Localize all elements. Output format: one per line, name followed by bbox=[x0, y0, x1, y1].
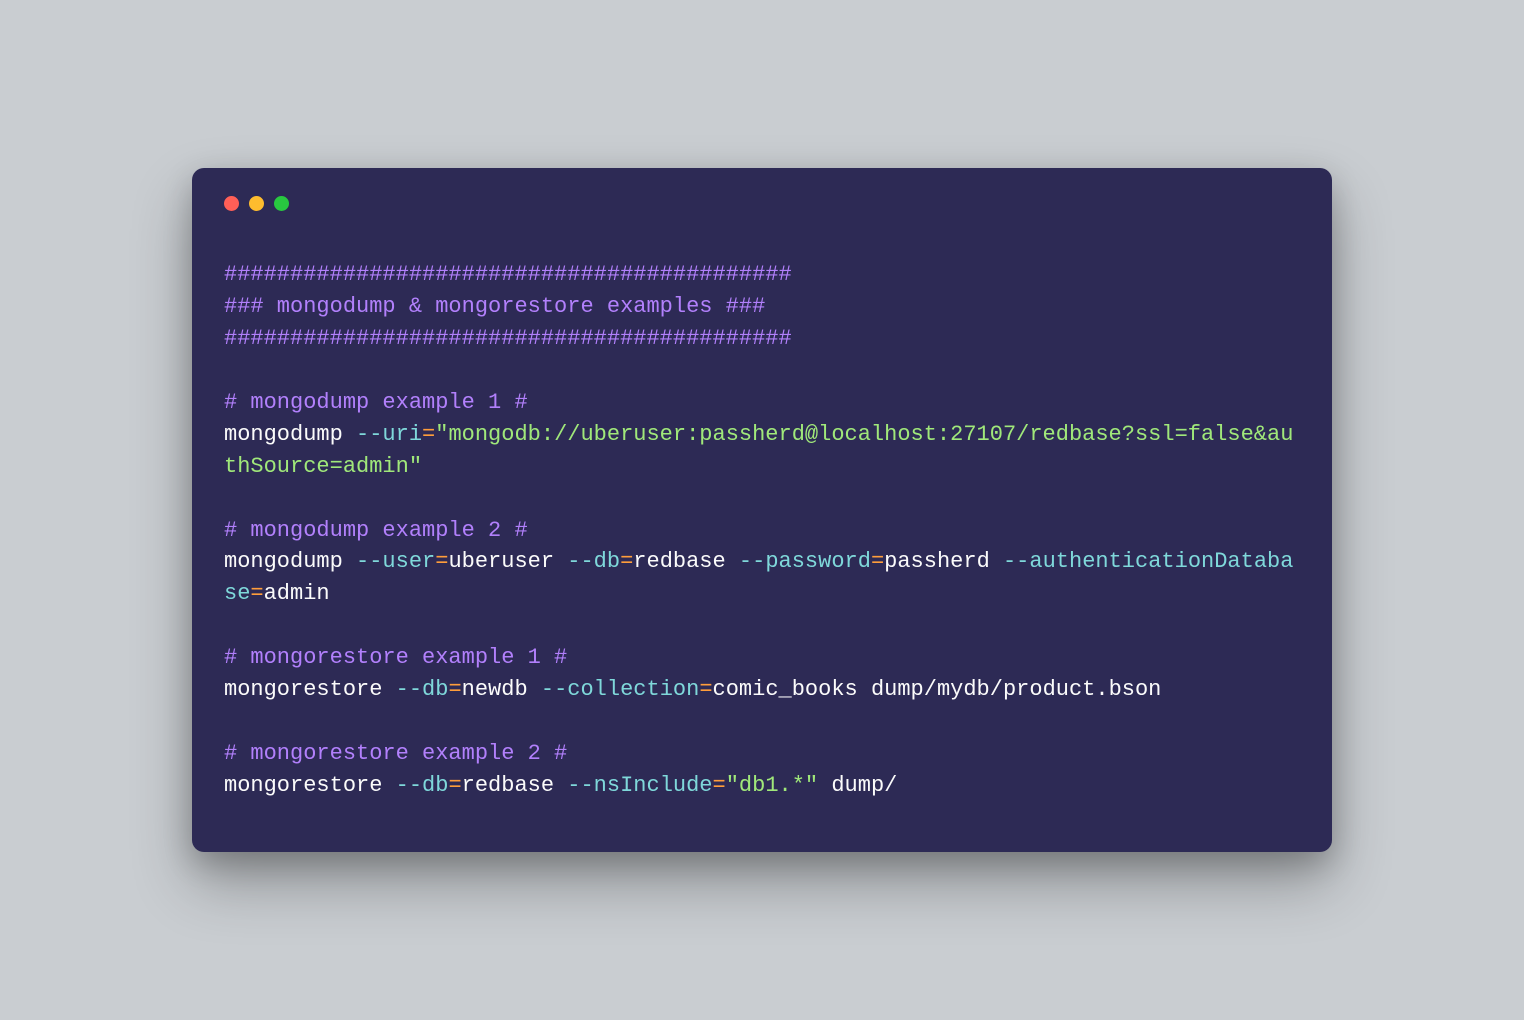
example3-cmd: mongorestore bbox=[224, 677, 396, 702]
example2-db-value: redbase bbox=[633, 549, 739, 574]
example4-comment: # mongorestore example 2 # bbox=[224, 741, 567, 766]
code-content: ########################################… bbox=[224, 259, 1300, 801]
equals-sign: = bbox=[448, 773, 461, 798]
maximize-icon[interactable] bbox=[274, 196, 289, 211]
example2-cmd: mongodump bbox=[224, 549, 356, 574]
equals-sign: = bbox=[699, 677, 712, 702]
minimize-icon[interactable] bbox=[249, 196, 264, 211]
example4-cmd: mongorestore bbox=[224, 773, 396, 798]
header-title: ### mongodump & mongorestore examples ##… bbox=[224, 294, 765, 319]
header-divider-bottom: ########################################… bbox=[224, 326, 792, 351]
window-controls bbox=[224, 196, 1300, 211]
example3-flag-db: --db bbox=[396, 677, 449, 702]
equals-sign: = bbox=[250, 581, 263, 606]
example3-collection-value: comic_books dump/mydb/product.bson bbox=[713, 677, 1162, 702]
example2-flag-db: --db bbox=[567, 549, 620, 574]
example1-flag: --uri bbox=[356, 422, 422, 447]
equals-sign: = bbox=[448, 677, 461, 702]
example3-flag-collection: --collection bbox=[541, 677, 699, 702]
example1-comment: # mongodump example 1 # bbox=[224, 390, 528, 415]
equals-sign: = bbox=[620, 549, 633, 574]
equals-sign: = bbox=[871, 549, 884, 574]
example4-db-value: redbase bbox=[462, 773, 568, 798]
example1-cmd: mongodump bbox=[224, 422, 356, 447]
header-divider-top: ########################################… bbox=[224, 262, 792, 287]
example2-password-value: passherd bbox=[884, 549, 1003, 574]
equals-sign: = bbox=[713, 773, 726, 798]
equals-sign: = bbox=[422, 422, 435, 447]
example4-nsinclude-string: "db1.*" bbox=[726, 773, 818, 798]
example2-flag-user: --user bbox=[356, 549, 435, 574]
example2-user-value: uberuser bbox=[448, 549, 567, 574]
example3-db-value: newdb bbox=[462, 677, 541, 702]
example4-flag-db: --db bbox=[396, 773, 449, 798]
example2-comment: # mongodump example 2 # bbox=[224, 518, 528, 543]
example4-flag-nsinclude: --nsInclude bbox=[567, 773, 712, 798]
example2-flag-password: --password bbox=[739, 549, 871, 574]
close-icon[interactable] bbox=[224, 196, 239, 211]
example3-comment: # mongorestore example 1 # bbox=[224, 645, 567, 670]
equals-sign: = bbox=[435, 549, 448, 574]
example2-authdb-value: admin bbox=[264, 581, 330, 606]
example4-tail: dump/ bbox=[818, 773, 897, 798]
terminal-window: ########################################… bbox=[192, 168, 1332, 851]
